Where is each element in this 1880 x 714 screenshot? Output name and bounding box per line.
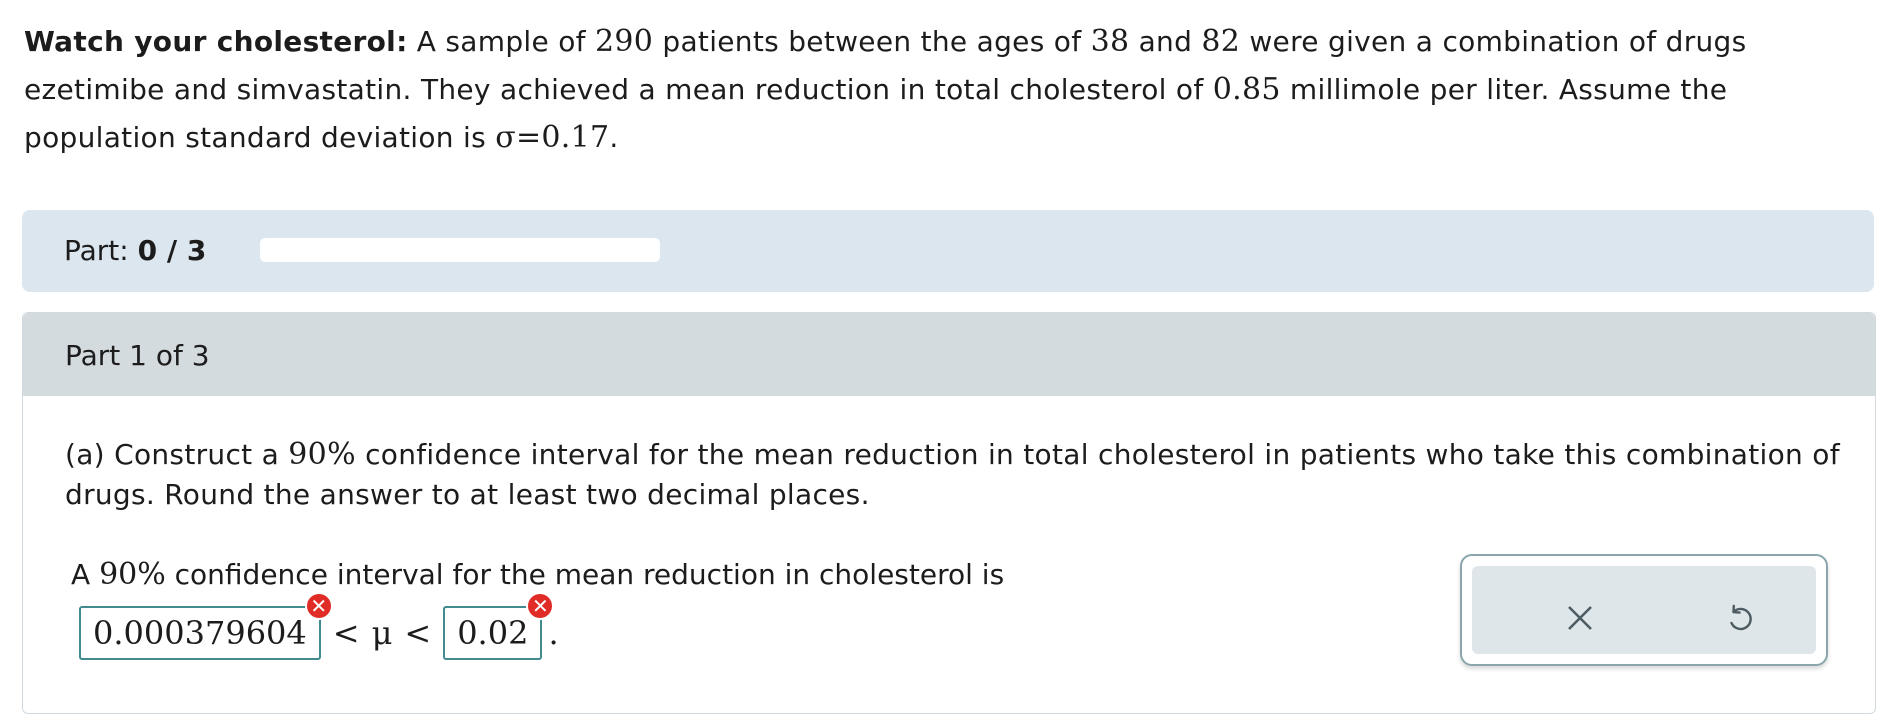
ci-prompt: A 90% confidence interval for the mean r… [71,557,1005,592]
question-text: (a) Construct a 90% confidence interval … [65,437,1840,511]
part-progress-label: Part: 0 / 3 [64,234,207,267]
problem-statement: Watch your cholesterol: A sample of 290 … [24,24,1747,155]
toolbox-inner [1472,566,1816,654]
clear-button[interactable] [1556,594,1604,642]
sample-mean: 0.85 [1212,72,1281,107]
part-progress-value: 0 / 3 [137,234,207,267]
part-progress-bar: Part: 0 / 3 [22,210,1874,292]
upper-bound-value: 0.02 [457,614,529,652]
confidence-level: 90% [288,437,356,472]
less-than-sign: < [332,614,360,652]
ci-confidence-level: 90% [99,557,166,592]
sample-size: 290 [595,24,654,59]
part-header: Part 1 of 3 [23,313,1875,396]
period: . [548,614,559,652]
age-min: 38 [1090,24,1130,59]
reset-button[interactable] [1716,594,1764,642]
problem-title: Watch your cholesterol: [24,25,408,58]
mu-symbol: μ [371,614,393,652]
answer-toolbox [1460,554,1828,666]
upper-bound-input[interactable]: 0.02 ✕ [443,592,555,660]
sigma-value: σ=0.17 [495,120,610,155]
lower-bound-value: 0.000379604 [93,614,307,652]
undo-icon [1730,604,1752,631]
part-header-label: Part 1 of 3 [65,339,210,372]
age-max: 82 [1201,24,1241,59]
close-icon [1568,606,1592,630]
lower-bound-input[interactable]: 0.000379604 ✕ [79,592,333,660]
lower-bound-error-icon: ✕ [304,592,333,620]
less-than-sign: < [404,614,432,652]
progress-track [260,238,660,262]
ci-answer-row: 0.000379604 ✕ < μ < 0.02 ✕ . [79,592,559,661]
